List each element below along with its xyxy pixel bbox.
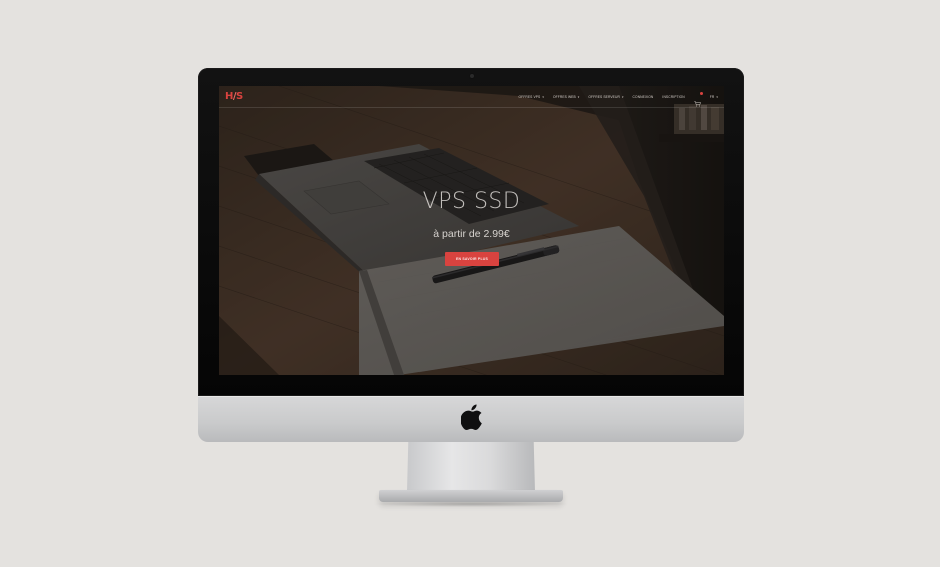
camera-icon [470,74,474,78]
hero-title: VPS SSD [422,189,521,214]
chevron-down-icon: ▾ [716,95,718,99]
nav-item-inscription[interactable]: INSCRIPTION [662,94,684,100]
logo-letter-accent: S [236,91,243,102]
nav-item-label: OFFRES WEB [552,95,576,99]
imac-stand-foot [379,490,563,502]
shopping-cart-icon[interactable] [694,92,703,107]
imac-screen: H/S OFFRES VPS ▾ OFFRES WEB ▾ OFFRES SER… [219,86,724,375]
nav-item-connexion[interactable]: CONNEXION [633,94,654,100]
nav-item-label: CONNEXION [632,95,654,99]
learn-more-button[interactable]: EN SAVOIR PLUS [445,252,499,266]
logo-letter-main: H [225,91,233,102]
chevron-down-icon: ▾ [621,95,624,99]
site-navbar: H/S OFFRES VPS ▾ OFFRES WEB ▾ OFFRES SER… [219,86,724,108]
imac-mockup: H/S OFFRES VPS ▾ OFFRES WEB ▾ OFFRES SER… [0,0,940,567]
language-label: FR [709,95,715,99]
imac-stand-neck [407,442,535,492]
chevron-down-icon: ▾ [577,95,580,99]
chevron-down-icon: ▾ [542,95,544,99]
nav-item-label: OFFRES VPS [518,95,541,99]
hero-subtitle: à partir de 2.99€ [433,228,510,240]
cart-badge [699,92,703,95]
nav-item-offres-vps[interactable]: OFFRES VPS ▾ [518,94,544,100]
nav-item-offres-serveur[interactable]: OFFRES SERVEUR ▾ [588,94,623,100]
language-selector[interactable]: FR ▾ [710,94,718,100]
nav-item-offres-web[interactable]: OFFRES WEB ▾ [553,94,579,100]
nav-menu: OFFRES VPS ▾ OFFRES WEB ▾ OFFRES SERVEUR… [518,92,718,107]
site-logo[interactable]: H/S [225,91,243,103]
nav-item-label: INSCRIPTION [662,95,685,99]
apple-logo-icon [461,404,482,430]
nav-item-label: OFFRES SERVEUR [588,95,620,99]
